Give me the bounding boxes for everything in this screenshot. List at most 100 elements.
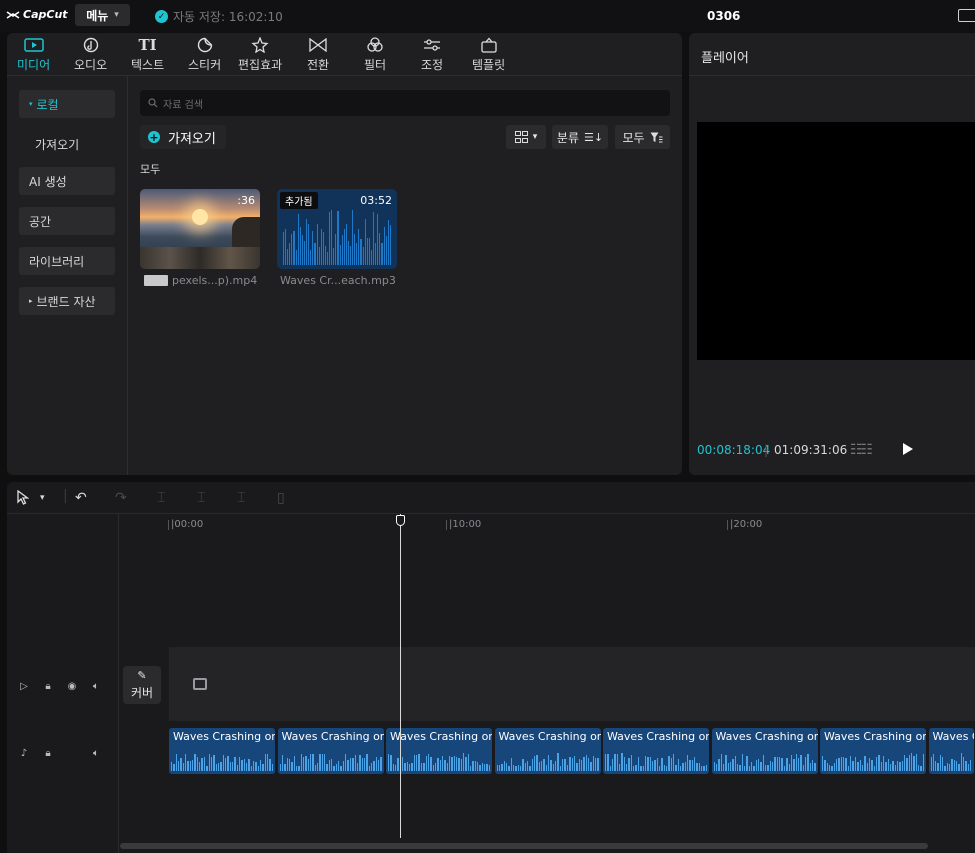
wave-bar	[463, 753, 465, 771]
sidebar-item-brand[interactable]: ▸ 브랜드 자산	[19, 287, 115, 315]
sidebar-item-local[interactable]: ▾ 로컬	[19, 90, 115, 118]
audio-clip[interactable]: Waves Crashing on	[169, 728, 275, 774]
caret-down-icon: ▾	[29, 100, 33, 108]
wave-bar	[786, 757, 788, 771]
sidebar-item-ai[interactable]: AI 생성	[19, 167, 115, 195]
wave-bar	[630, 755, 633, 771]
timeline-ruler[interactable]: |00:00 |10:00 |20:00	[119, 514, 975, 536]
speaker-icon[interactable]: 🔈︎	[89, 746, 103, 760]
divider: |	[63, 488, 68, 504]
wave-bar	[715, 763, 718, 771]
tab-audio[interactable]: 오디오	[74, 36, 107, 73]
import-button[interactable]: + 가져오기	[140, 125, 226, 149]
tab-transition[interactable]: 전환	[307, 36, 329, 73]
wave-bar	[953, 760, 956, 771]
project-title[interactable]: 0306	[707, 9, 740, 23]
lock-icon[interactable]: 🔒︎	[41, 679, 55, 693]
tab-label: 전환	[307, 58, 330, 72]
wave-bar	[616, 754, 619, 771]
wave-bar	[253, 761, 255, 771]
wave-bar	[224, 758, 227, 771]
film-icon	[193, 678, 207, 690]
audio-clip[interactable]: Waves Crashing on	[711, 728, 818, 774]
wave-bar	[854, 756, 857, 771]
timeline-grid-icon[interactable]: ☷☷	[850, 442, 873, 458]
redo-icon[interactable]: ↷	[115, 490, 127, 506]
wave-bar	[322, 231, 324, 265]
audio-clip[interactable]: Waves Crashing on	[820, 728, 926, 774]
timecode-separator: |	[764, 443, 769, 457]
wave-bar	[873, 766, 875, 771]
wave-bar	[377, 214, 379, 265]
tab-media[interactable]: 미디어	[17, 36, 50, 73]
wave-bar	[444, 759, 446, 771]
media-item-video[interactable]: :36	[140, 189, 260, 269]
wave-bar	[201, 757, 203, 771]
view-mode-button[interactable]: ▾	[506, 125, 546, 149]
audio-clip[interactable]: Waves Crashing on	[277, 728, 384, 774]
audio-clip[interactable]: Waves Crashing on	[386, 728, 492, 774]
trim-right-icon[interactable]: ⌶	[237, 490, 245, 506]
filter-button[interactable]: 모두	[615, 125, 670, 149]
split-icon[interactable]: ⌶	[157, 490, 165, 506]
media-item-audio[interactable]: 추가됨 03:52	[277, 189, 397, 269]
cover-button[interactable]: ✎ 커버	[123, 666, 161, 704]
tab-adjust[interactable]: 조정	[421, 36, 443, 73]
wave-bar	[439, 759, 441, 771]
wave-bar	[647, 756, 649, 771]
wave-bar	[548, 755, 550, 771]
keyboard-icon[interactable]	[958, 9, 975, 22]
tab-effects[interactable]: 편집효과	[238, 36, 282, 73]
tab-label: 텍스트	[131, 58, 165, 72]
speaker-icon[interactable]: 🔈︎	[89, 679, 103, 693]
chevron-down-icon[interactable]: ▾	[40, 493, 45, 503]
wave-bar	[310, 250, 312, 265]
wave-bar	[720, 753, 722, 771]
audio-clip[interactable]: Waves Crashing on	[494, 728, 601, 774]
tab-text[interactable]: TI 텍스트	[131, 36, 164, 73]
chevron-down-icon: ▾	[114, 10, 119, 20]
delete-icon[interactable]: ▯	[277, 490, 285, 506]
sort-button[interactable]: 분류 ☰↓	[552, 125, 608, 149]
wave-bar	[529, 766, 531, 771]
playhead-handle[interactable]	[396, 515, 405, 526]
play-icon[interactable]	[903, 443, 913, 455]
wave-bar	[840, 756, 843, 771]
wave-bar	[352, 758, 354, 771]
wave-bar	[559, 765, 562, 771]
wave-bar	[824, 759, 826, 771]
video-track[interactable]	[169, 647, 975, 721]
wave-bar	[562, 758, 564, 771]
wave-bar	[663, 765, 665, 771]
search-input[interactable]: 자료 검색	[140, 90, 670, 116]
wave-bar	[411, 763, 413, 771]
sidebar-item-label: AI 생성	[29, 174, 67, 189]
wave-bar	[612, 758, 614, 771]
track-headers: ▷ 🔒︎ ◉ 🔈︎ ♪ 🔒︎ 🔈︎	[7, 514, 119, 853]
tab-template[interactable]: 템플릿	[472, 36, 505, 73]
undo-icon[interactable]: ↶	[75, 490, 87, 506]
wave-bar	[505, 762, 508, 771]
preview-canvas[interactable]	[697, 122, 975, 360]
trim-left-icon[interactable]: ⌶	[197, 490, 205, 506]
wave-bar	[389, 224, 391, 265]
wave-bar	[621, 753, 623, 771]
sidebar-item-library[interactable]: 라이브러리	[19, 247, 115, 275]
menu-button[interactable]: 메뉴 ▾	[75, 4, 130, 26]
audio-clip[interactable]: Waves Crashing on	[603, 728, 709, 774]
player-title: 플레이어	[701, 51, 749, 66]
wave-bar	[354, 233, 356, 265]
timeline-scrollbar[interactable]	[120, 843, 928, 849]
eye-icon[interactable]: ◉	[65, 679, 79, 693]
playhead[interactable]	[400, 514, 401, 838]
wave-bar	[217, 763, 220, 771]
select-cursor-icon[interactable]	[17, 489, 30, 509]
sidebar-item-import[interactable]: 가져오기	[19, 130, 115, 158]
lock-icon[interactable]: 🔒︎	[41, 746, 55, 760]
tab-sticker[interactable]: 스티커	[188, 36, 221, 73]
audio-clip-label: Waves Crashing on	[173, 730, 275, 743]
audio-clip[interactable]: Waves C	[928, 728, 974, 774]
tab-filter[interactable]: 필터	[364, 36, 386, 73]
sidebar-item-space[interactable]: 공간	[19, 207, 115, 235]
wave-bar	[446, 763, 448, 771]
